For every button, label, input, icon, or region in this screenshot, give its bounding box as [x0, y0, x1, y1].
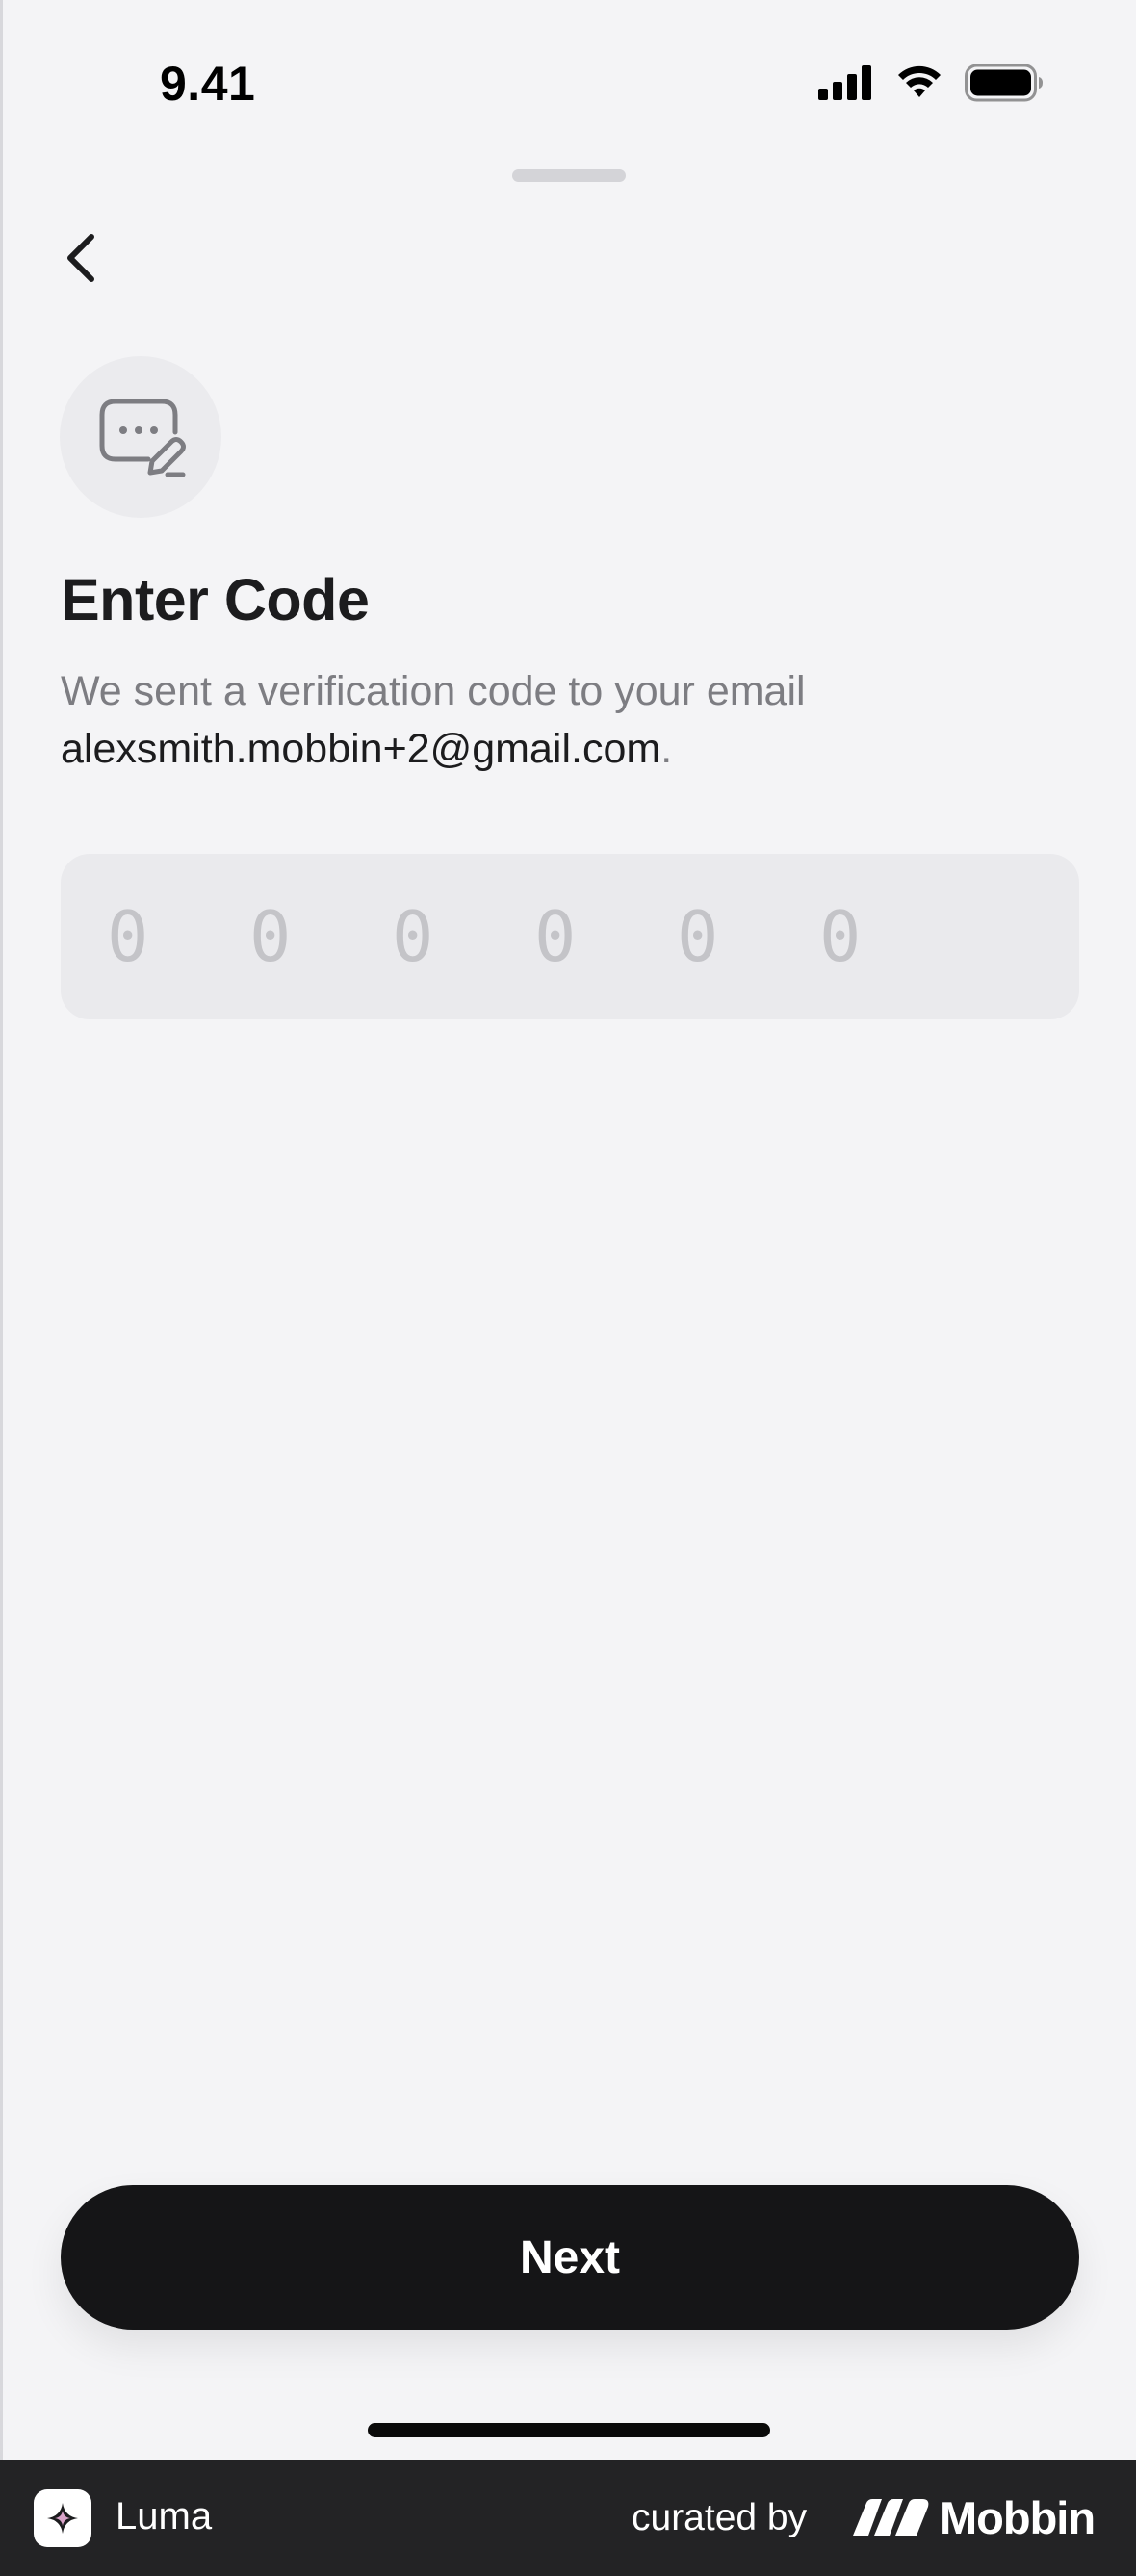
- message-edit-icon: [99, 399, 186, 477]
- code-digit-1: 0: [107, 896, 149, 977]
- verification-code-input[interactable]: 0 0 0 0 0 0: [61, 854, 1079, 1019]
- attribution-footer: Luma curated by Mobbin: [0, 2460, 1136, 2576]
- verification-screen: 9.41 Enter Code We sent a verification c…: [0, 0, 1136, 2460]
- email-line: alexsmith.mobbin+2@gmail.com.: [61, 720, 1081, 778]
- instruction-text: We sent a verification code to your emai…: [61, 662, 1081, 778]
- status-time: 9.41: [160, 57, 256, 111]
- curated-by-label: curated by: [632, 2497, 808, 2538]
- instruction-line: We sent a verification code to your emai…: [61, 668, 806, 714]
- home-indicator[interactable]: [368, 2423, 770, 2437]
- sheet-grabber[interactable]: [512, 169, 626, 182]
- app-name: Luma: [116, 2495, 213, 2537]
- code-digit-3: 0: [392, 896, 434, 977]
- luma-app-icon: [34, 2489, 91, 2547]
- mobbin-mark-icon: [853, 2498, 929, 2536]
- sheet-edge: [0, 0, 3, 2460]
- code-digit-6: 0: [819, 896, 862, 977]
- battery-icon: [965, 64, 1043, 102]
- sparkle-icon: [47, 2503, 78, 2534]
- mobbin-logo: Mobbin: [853, 2491, 1096, 2544]
- code-digit-4: 0: [534, 896, 577, 977]
- code-digit-5: 0: [677, 896, 719, 977]
- recipient-email: alexsmith.mobbin+2@gmail.com: [61, 726, 661, 772]
- back-button[interactable]: [48, 219, 116, 296]
- chevron-left-icon: [67, 234, 94, 282]
- code-digit-2: 0: [249, 896, 292, 977]
- mobbin-wordmark: Mobbin: [940, 2492, 1096, 2543]
- next-button[interactable]: Next: [61, 2185, 1079, 2330]
- status-icons: [818, 64, 1044, 102]
- page-title: Enter Code: [61, 567, 370, 632]
- status-bar: 9.41: [0, 0, 1136, 144]
- cellular-signal-icon: [818, 65, 871, 100]
- illustration-badge: [60, 356, 221, 518]
- email-period: .: [660, 726, 673, 772]
- wifi-icon: [898, 65, 941, 97]
